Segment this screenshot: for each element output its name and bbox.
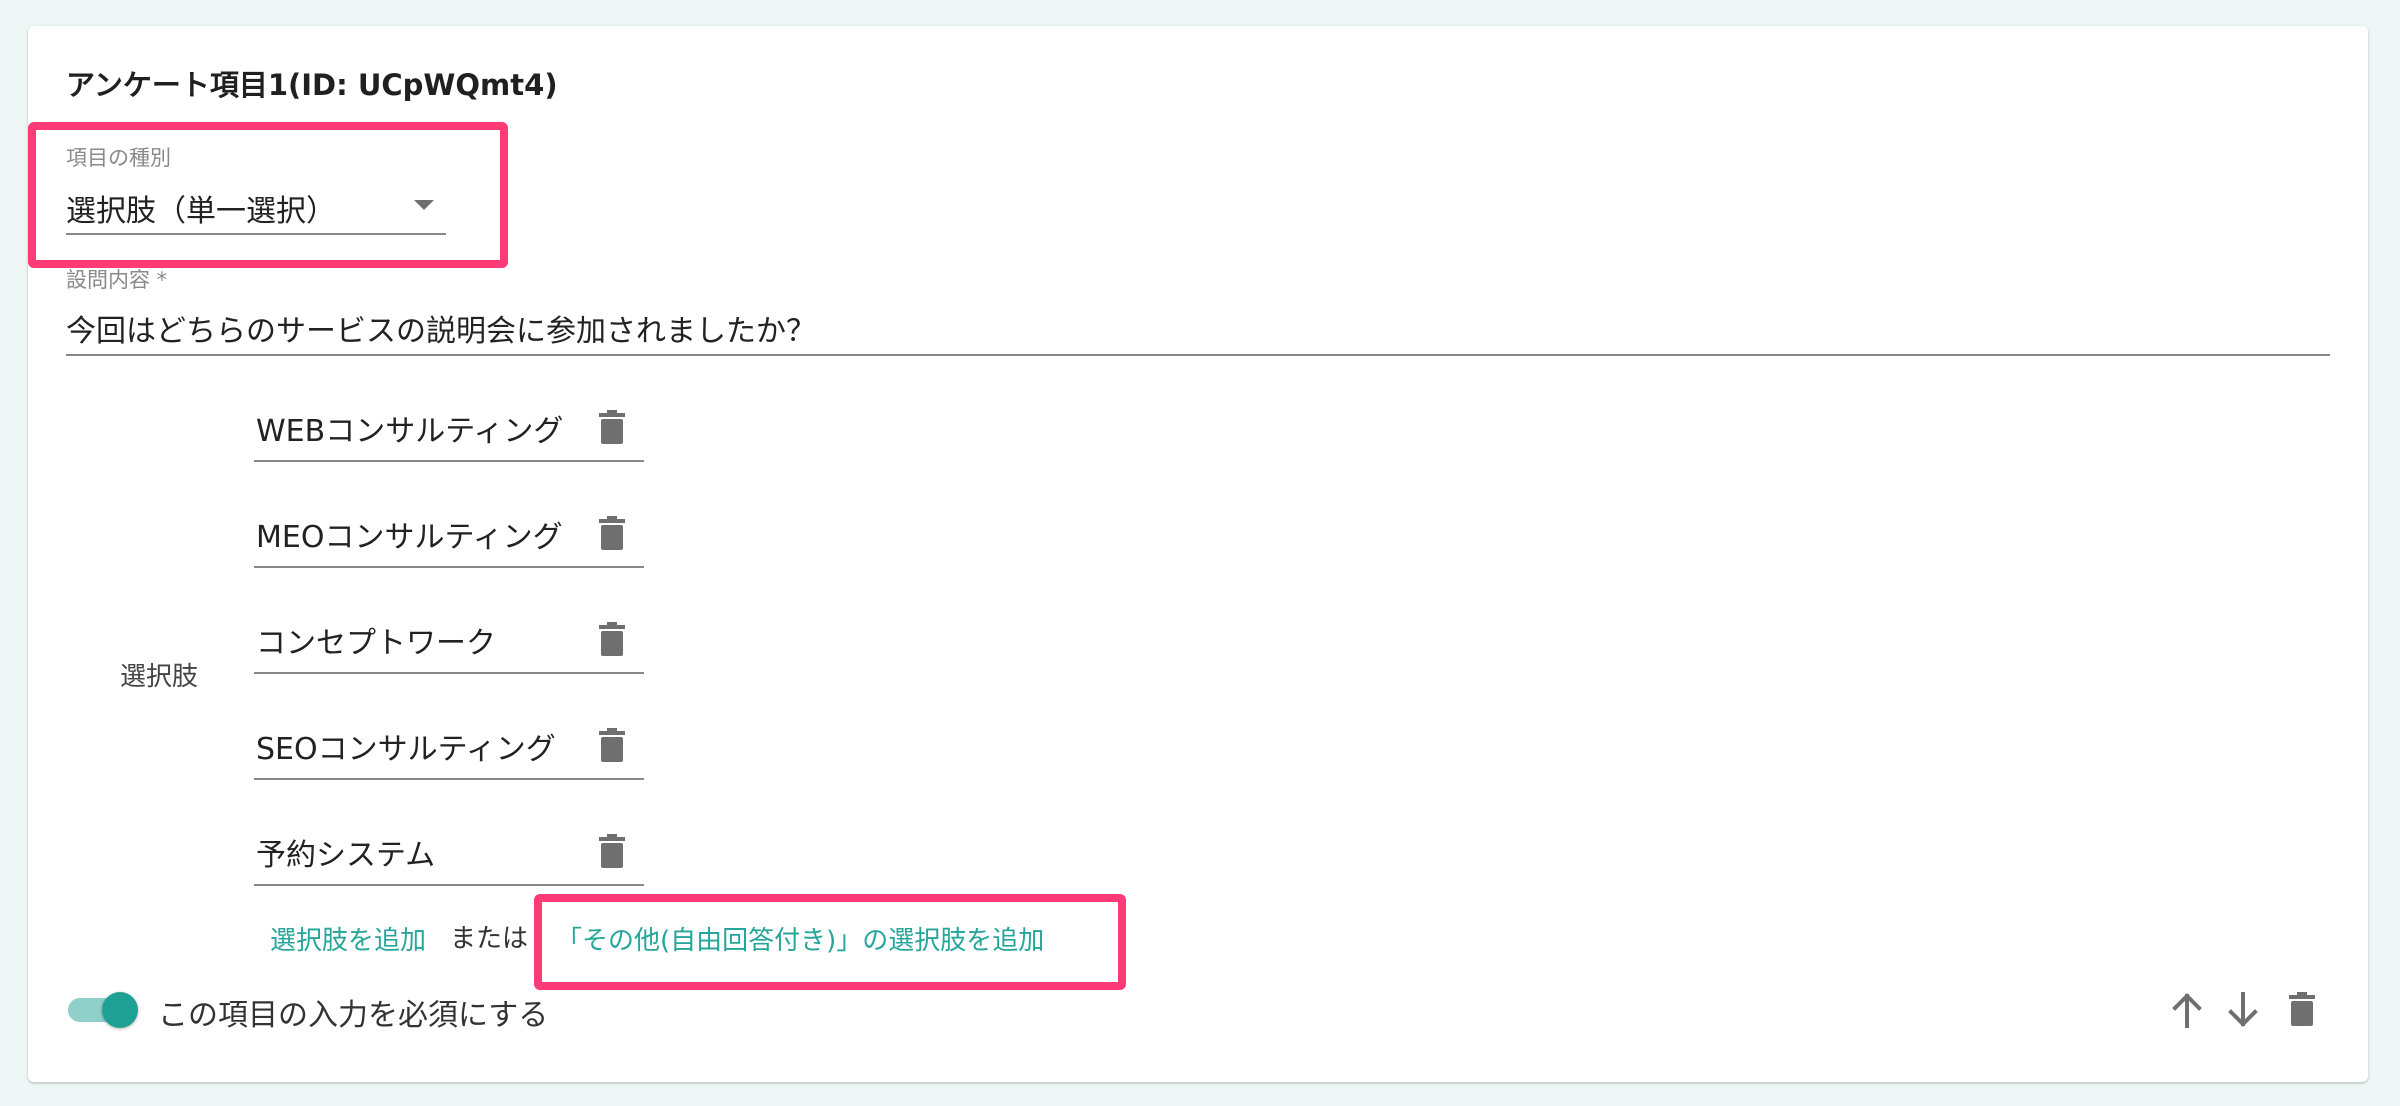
- add-other-choice-link[interactable]: 「その他(自由回答付き)」の選択肢を追加: [556, 920, 1044, 957]
- trash-icon[interactable]: [599, 728, 625, 762]
- choice-underline: [254, 460, 644, 462]
- trash-icon[interactable]: [599, 516, 625, 550]
- choice-underline: [254, 778, 644, 780]
- choice-input[interactable]: WEBコンサルティング: [256, 406, 563, 450]
- choice-row: 予約システム: [254, 822, 644, 886]
- arrow-up-icon[interactable]: [2165, 988, 2209, 1032]
- triangle-down-icon[interactable]: [414, 200, 434, 210]
- type-select[interactable]: 選択肢（単一選択）: [66, 186, 336, 230]
- trash-icon[interactable]: [2289, 992, 2315, 1026]
- choice-underline: [254, 566, 644, 568]
- trash-icon[interactable]: [599, 410, 625, 444]
- choice-row: SEOコンサルティング: [254, 716, 644, 780]
- or-text: または: [450, 924, 529, 954]
- choice-input[interactable]: SEOコンサルティング: [256, 724, 556, 768]
- question-field-label: 設問内容 *: [66, 268, 168, 292]
- question-input[interactable]: 今回はどちらのサービスの説明会に参加されましたか？: [66, 306, 816, 350]
- choice-row: WEBコンサルティング: [254, 398, 644, 462]
- choice-row: コンセプトワーク: [254, 610, 644, 674]
- choice-underline: [254, 672, 644, 674]
- choices-label: 選択肢: [120, 662, 199, 692]
- trash-icon[interactable]: [599, 834, 625, 868]
- add-choice-link[interactable]: 選択肢を追加: [270, 920, 426, 957]
- choice-row: MEOコンサルティング: [254, 504, 644, 568]
- required-toggle-label: この項目の入力を必須にする: [158, 998, 549, 1033]
- choice-input[interactable]: 予約システム: [256, 830, 435, 874]
- type-select-underline: [66, 233, 446, 235]
- trash-icon[interactable]: [599, 622, 625, 656]
- choice-underline: [254, 884, 644, 886]
- choice-input[interactable]: コンセプトワーク: [256, 618, 496, 662]
- question-input-underline: [66, 354, 2330, 356]
- type-field-label: 項目の種別: [66, 146, 171, 170]
- item-title: アンケート項目1(ID: UCpWQmt4): [66, 68, 558, 102]
- toggle-knob: [102, 992, 138, 1028]
- arrow-down-icon[interactable]: [2221, 988, 2265, 1032]
- choice-input[interactable]: MEOコンサルティング: [256, 512, 563, 556]
- required-toggle[interactable]: [66, 992, 140, 1028]
